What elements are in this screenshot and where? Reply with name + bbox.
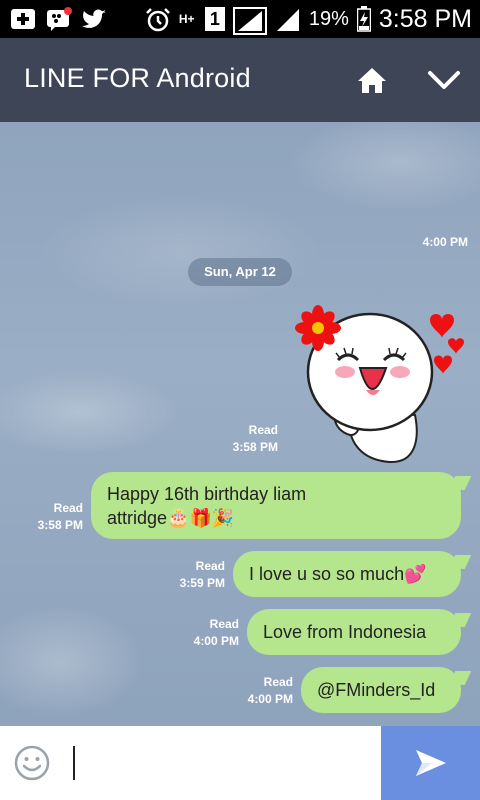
status-bar-system: H+ 1 19% 3:58 PM [145,4,472,35]
message-bubble[interactable]: Happy 16th birthday liam attridge🎂🎁🎉 [91,472,461,539]
bbm-icon [46,7,72,31]
message-bubble[interactable]: I love u so so much💕 [233,551,461,597]
add-icon [10,7,36,31]
message-time: 3:59 PM [179,576,225,590]
message-time: 4:00 PM [422,235,468,249]
chat-title: LINE FOR Android [24,63,251,93]
message-time: 4:00 PM [247,692,293,706]
signal-icon [275,7,301,31]
send-icon [416,750,446,776]
sticker-read-status: Read 3:58 PM [200,422,278,456]
clock: 3:58 PM [378,4,472,33]
message-read-status: Read 4:00 PM [214,674,293,708]
message-text: I love u so so much💕 [249,563,427,584]
smiling-sticker-icon [295,305,464,464]
sim-icon: 1 [204,7,225,31]
read-label: Read [263,675,293,689]
chat-header: LINE FOR Android [0,38,480,122]
message-read-status: Read 4:00 PM [160,616,239,650]
message-read-status: Read 3:58 PM [4,500,83,534]
text-cursor [73,746,75,780]
twitter-icon [82,7,108,31]
message-time: 4:00 PM [193,634,239,648]
read-label: Read [195,559,225,573]
message-bubble[interactable]: @FMinders_Id [301,667,461,713]
status-bar: H+ 1 19% 3:58 PM [0,0,480,38]
message-text: Happy 16th birthday liam [107,484,307,504]
message-input[interactable] [66,726,378,800]
status-bar-notifications [10,5,108,33]
message-time: 3:58 PM [232,440,278,454]
signal-icon [232,7,267,35]
battery-icon [356,6,372,32]
sticker-message[interactable] [290,300,470,465]
alarm-icon [145,7,171,32]
message-text: attridge🎂🎁🎉 [107,508,235,528]
smiley-icon[interactable] [14,745,50,781]
message-input-bar [0,726,480,800]
chat-area[interactable]: 4:00 PM Sun, Apr 12 Read 3:58 PM Read 3:… [0,122,480,726]
home-icon[interactable] [357,66,387,94]
send-button[interactable] [381,726,480,800]
date-separator: Sun, Apr 12 [188,258,292,286]
chevron-down-icon[interactable] [427,68,461,92]
message-read-status: Read 3:59 PM [150,558,225,592]
message-text: Love from Indonesia [263,621,427,642]
message-bubble[interactable]: Love from Indonesia [247,609,461,655]
read-label: Read [209,617,239,631]
battery-percent: 19% [308,7,349,30]
read-label: Read [248,423,278,437]
message-time: 3:58 PM [37,518,83,532]
message-text: @FMinders_Id [317,679,436,700]
network-type-label: H+ [178,12,195,26]
sim-label: 1 [209,9,220,29]
read-label: Read [53,501,83,515]
